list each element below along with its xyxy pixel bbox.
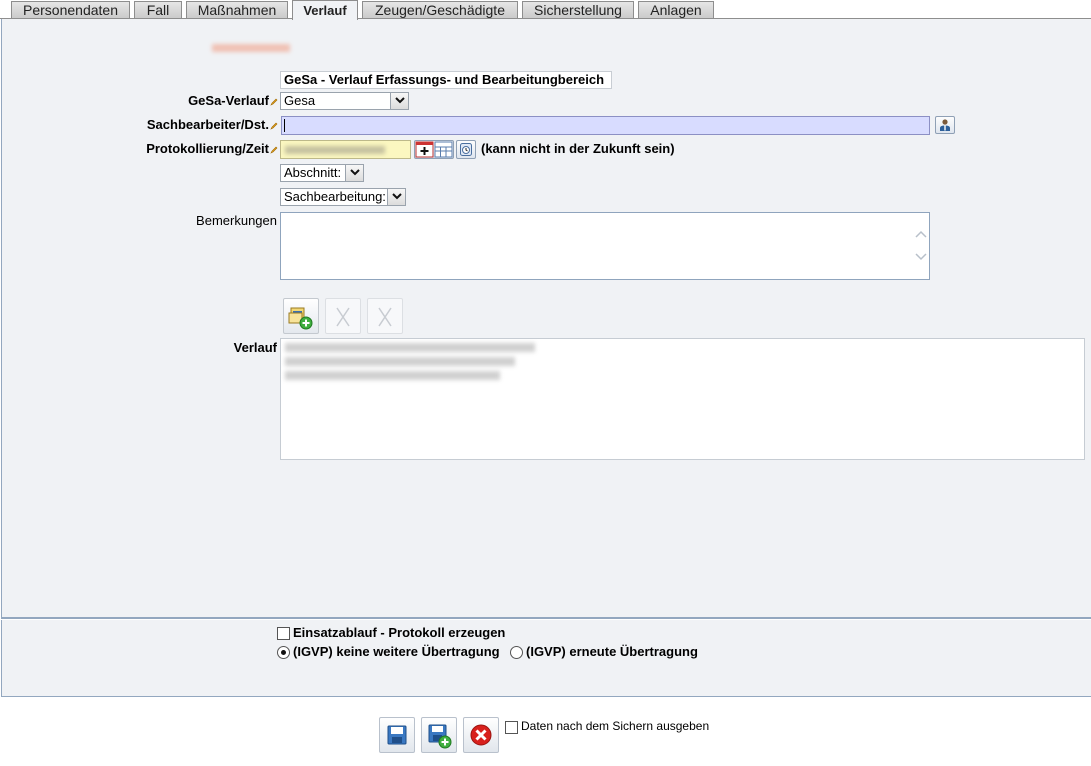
sachbearbeiter-input[interactable] [281,116,930,135]
redacted-history-line [285,357,515,366]
clock-button[interactable] [456,140,476,159]
required-pencil-icon [270,122,278,130]
igvp-keine-radio[interactable] [277,646,290,659]
redacted-history-line [285,343,535,352]
daten-ausgeben-label: Daten nach dem Sichern ausgeben [521,719,710,733]
sachbearbeitung-select[interactable]: Sachbearbeitung: [280,188,406,206]
protokollierung-label-text: Protokollierung/Zeit [146,141,269,156]
einsatzablauf-checkbox[interactable] [277,627,290,640]
save-button[interactable] [379,717,415,753]
sachbearbeitung-value: Sachbearbeitung: [284,189,386,204]
verlauf-label: Verlauf [233,340,277,355]
protokollierung-datetime-input[interactable] [280,140,411,159]
igvp-keine-label: (IGVP) keine weitere Übertragung [293,644,500,659]
abschnitt-value: Abschnitt: [284,165,342,180]
gesa-verlauf-value: Gesa [284,93,316,108]
einsatzablauf-label: Einsatzablauf - Protokoll erzeugen [293,625,506,640]
gesa-verlauf-label-text: GeSa-Verlauf [188,93,269,108]
redacted-header-name [212,44,290,52]
save-new-button[interactable] [421,717,457,753]
igvp-erneut-label: (IGVP) erneute Übertragung [526,644,698,659]
bemerkungen-textarea[interactable] [280,212,930,280]
person-lookup-button[interactable] [935,116,955,134]
protokollierung-note: (kann nicht in der Zukunft sein) [481,141,675,156]
required-pencil-icon [270,146,278,154]
redacted-history-line [285,371,500,380]
abschnitt-select[interactable]: Abschnitt: [280,164,364,182]
sachbearbeiter-label-text: Sachbearbeiter/Dst. [146,117,269,132]
daten-ausgeben-checkbox[interactable] [505,721,518,734]
tab-sicherstellung[interactable]: Sicherstellung [522,1,634,19]
required-pencil-icon [270,98,278,106]
tab-personendaten[interactable]: Personendaten [11,1,130,19]
add-entry-icon [288,307,313,330]
save-icon [387,725,407,745]
gesa-verlauf-select[interactable]: Gesa [280,92,409,110]
cancel-icon [470,724,492,746]
chevron-down-icon[interactable] [387,189,405,205]
disabled-x-icon [336,307,350,327]
text-cursor [284,119,285,132]
igvp-erneut-radio[interactable] [510,646,523,659]
tab-fall[interactable]: Fall [134,1,182,19]
delete-entry-button[interactable] [325,298,361,334]
clock-icon [460,143,472,156]
redacted-datetime [285,146,385,154]
calendar-button[interactable] [414,140,454,159]
chevron-down-icon[interactable] [390,93,408,109]
tab-verlauf[interactable]: Verlauf [292,0,358,20]
protokollierung-label: Protokollierung/Zeit [110,141,278,156]
add-entry-button[interactable] [283,298,319,334]
scroll-down-icon[interactable] [915,253,927,261]
tab-anlagen[interactable]: Anlagen [638,1,714,19]
bemerkungen-label: Bemerkungen [196,213,277,228]
save-new-icon [428,724,452,749]
gesa-verlauf-label: GeSa-Verlauf [140,93,278,108]
section-title: GeSa - Verlauf Erfassungs- und Bearbeitu… [280,71,612,89]
tab-bar: Personendaten Fall Maßnahmen Verlauf Zeu… [0,0,1091,20]
calendar-icon [415,141,453,158]
scroll-up-icon[interactable] [915,230,927,238]
disabled-x-icon [378,307,392,327]
verlauf-history-box[interactable] [280,338,1085,460]
tab-zeugen-geschaedigte[interactable]: Zeugen/Geschädigte [362,1,518,19]
cancel-button[interactable] [463,717,499,753]
sachbearbeiter-label: Sachbearbeiter/Dst. [120,117,278,132]
tab-massnahmen[interactable]: Maßnahmen [186,1,288,19]
verlauf-panel [1,19,1091,619]
remove-entry-button[interactable] [367,298,403,334]
person-lookup-icon [940,119,950,131]
chevron-down-icon[interactable] [345,165,363,181]
